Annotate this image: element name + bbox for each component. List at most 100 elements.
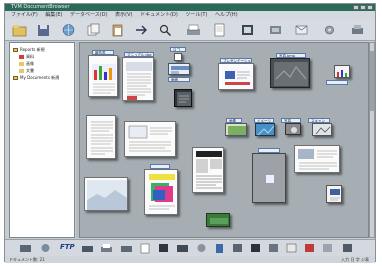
folder-icon — [19, 69, 24, 73]
search-icon[interactable] — [157, 22, 174, 38]
thumb-label: マニュアル.doc — [124, 52, 154, 57]
bookmark-icon[interactable] — [231, 242, 244, 254]
fax-icon[interactable] — [120, 242, 133, 254]
close-button[interactable] — [367, 5, 373, 10]
tile-icon[interactable] — [239, 22, 256, 38]
scan-icon[interactable] — [185, 22, 202, 38]
tools-icon[interactable] — [321, 22, 338, 38]
small-note-thumb[interactable] — [326, 185, 342, 203]
tree-item-materials[interactable]: 資料 — [19, 54, 34, 60]
manual-thumb[interactable] — [122, 57, 154, 101]
thumb-label: プレゼンテーション — [220, 58, 252, 63]
thumb-label: スキャン — [308, 118, 330, 123]
grey-doc-thumb[interactable] — [252, 153, 286, 203]
flyer-thumb[interactable] — [144, 169, 178, 215]
printer2-icon[interactable] — [100, 242, 113, 254]
folder-icon — [19, 55, 24, 59]
document-icon[interactable] — [211, 22, 228, 38]
copy2-icon[interactable] — [157, 242, 170, 254]
stamp-icon[interactable] — [195, 242, 208, 254]
thumb-label — [150, 164, 170, 169]
tree-item-label: 資料 — [26, 54, 34, 59]
tree-item-reports[interactable]: Reports 新規 — [13, 47, 45, 53]
link-icon[interactable] — [39, 242, 52, 254]
report-chart-thumb[interactable] — [88, 55, 118, 97]
thumb-label: ロゴ — [170, 47, 186, 52]
clip-icon[interactable] — [213, 242, 226, 254]
disk-icon[interactable] — [35, 22, 52, 38]
tree-item-docs[interactable]: 文書 — [19, 68, 34, 74]
slideshow-icon[interactable] — [341, 242, 354, 254]
image-icon[interactable] — [267, 22, 284, 38]
thumb-label: 写真.bmp — [276, 53, 306, 58]
menu-document[interactable]: ドキュメント(D) — [140, 11, 178, 19]
scrollbar-thumb[interactable] — [370, 51, 374, 111]
book-icon[interactable] — [249, 242, 262, 254]
menu-edit[interactable]: 編集(E) — [45, 11, 62, 19]
status-bar: ドキュメント数: 21 入力 日 字 ジ表 — [5, 256, 375, 263]
film-icon[interactable] — [176, 242, 189, 254]
newsletter-thumb[interactable] — [192, 147, 224, 193]
thumb-label: 報告書 — [92, 50, 114, 55]
status-right: 入力 日 字 ジ表 — [341, 257, 369, 262]
cards-icon[interactable] — [285, 242, 298, 254]
toolbar — [5, 19, 375, 41]
pdf-icon[interactable] — [321, 242, 334, 254]
photo-strip-4[interactable] — [312, 123, 332, 136]
connect-icon[interactable] — [19, 242, 32, 254]
photo-strip-2[interactable] — [255, 123, 275, 136]
app-window: TVM DocumentBrowser ファイル(F) 編集(E) データベース… — [4, 3, 376, 263]
copy-icon[interactable] — [85, 22, 102, 38]
diagram-thumb[interactable] — [124, 121, 176, 157]
ftp-button[interactable]: FTP — [60, 243, 75, 251]
paste-icon[interactable] — [109, 22, 126, 38]
window-title: TVM DocumentBrowser — [11, 4, 70, 10]
thumb-label — [258, 148, 280, 153]
mail-icon[interactable] — [293, 22, 310, 38]
menu-database[interactable]: データベース(D) — [70, 11, 108, 19]
scroll-icon[interactable] — [349, 22, 366, 38]
album-icon[interactable] — [303, 242, 316, 254]
vertical-scrollbar[interactable] — [369, 42, 375, 238]
thumb-label — [326, 80, 348, 85]
maximize-button[interactable] — [360, 5, 366, 10]
photo-strip-1[interactable] — [225, 123, 247, 136]
menu-help[interactable]: ヘルプ(H) — [215, 11, 238, 19]
tree-item-label: 画像 — [26, 61, 34, 66]
bottom-toolbar: FTP — [5, 239, 375, 256]
menu-file[interactable]: ファイル(F) — [11, 11, 38, 19]
thumb-label: 画像 — [226, 118, 242, 123]
landscape-thumb[interactable] — [84, 177, 128, 211]
copy-doc-icon[interactable] — [139, 242, 152, 254]
tree-item-images[interactable]: 画像 — [19, 61, 34, 67]
thumb-label: イメージ — [254, 118, 274, 123]
logo-thumb[interactable] — [174, 53, 182, 61]
calendar-icon[interactable] — [267, 242, 280, 254]
green-card-thumb[interactable] — [206, 213, 230, 227]
menu-tools[interactable]: ツール(T) — [185, 11, 207, 19]
letter-thumb[interactable] — [86, 115, 116, 159]
photo-strip-3[interactable] — [285, 123, 301, 135]
menu-view[interactable]: 表示(V) — [115, 11, 132, 19]
folder-icon — [19, 62, 24, 66]
thumb-label: 画面 — [168, 77, 190, 82]
folder-icon[interactable] — [11, 22, 28, 38]
slide-thumb[interactable] — [294, 145, 340, 173]
folder-tree[interactable]: Reports 新規 資料 画像 文書 My Documents 新規 — [9, 42, 75, 238]
folder-icon — [13, 76, 18, 80]
small-chart-thumb[interactable] — [334, 65, 350, 78]
thumb-label: 写真 — [281, 118, 301, 123]
tree-item-label: Reports 新規 — [20, 47, 45, 52]
minimize-button[interactable] — [353, 5, 359, 10]
screen-thumb[interactable] — [168, 63, 190, 75]
arrow-icon[interactable] — [133, 22, 150, 38]
photo-thumb[interactable] — [270, 58, 310, 88]
tree-item-label: 文書 — [26, 68, 34, 73]
globe-icon[interactable] — [60, 22, 77, 38]
tree-item-my-documents[interactable]: My Documents 新規 — [13, 75, 59, 81]
form-thumb[interactable] — [174, 89, 192, 107]
presentation-thumb[interactable] — [218, 63, 254, 90]
document-canvas[interactable]: 報告書 マニュアル.doc ロゴ 画面 プレゼンテーション 写真.bmp 画像 … — [79, 42, 369, 238]
folder-icon — [13, 48, 18, 52]
print-icon[interactable] — [81, 242, 94, 254]
